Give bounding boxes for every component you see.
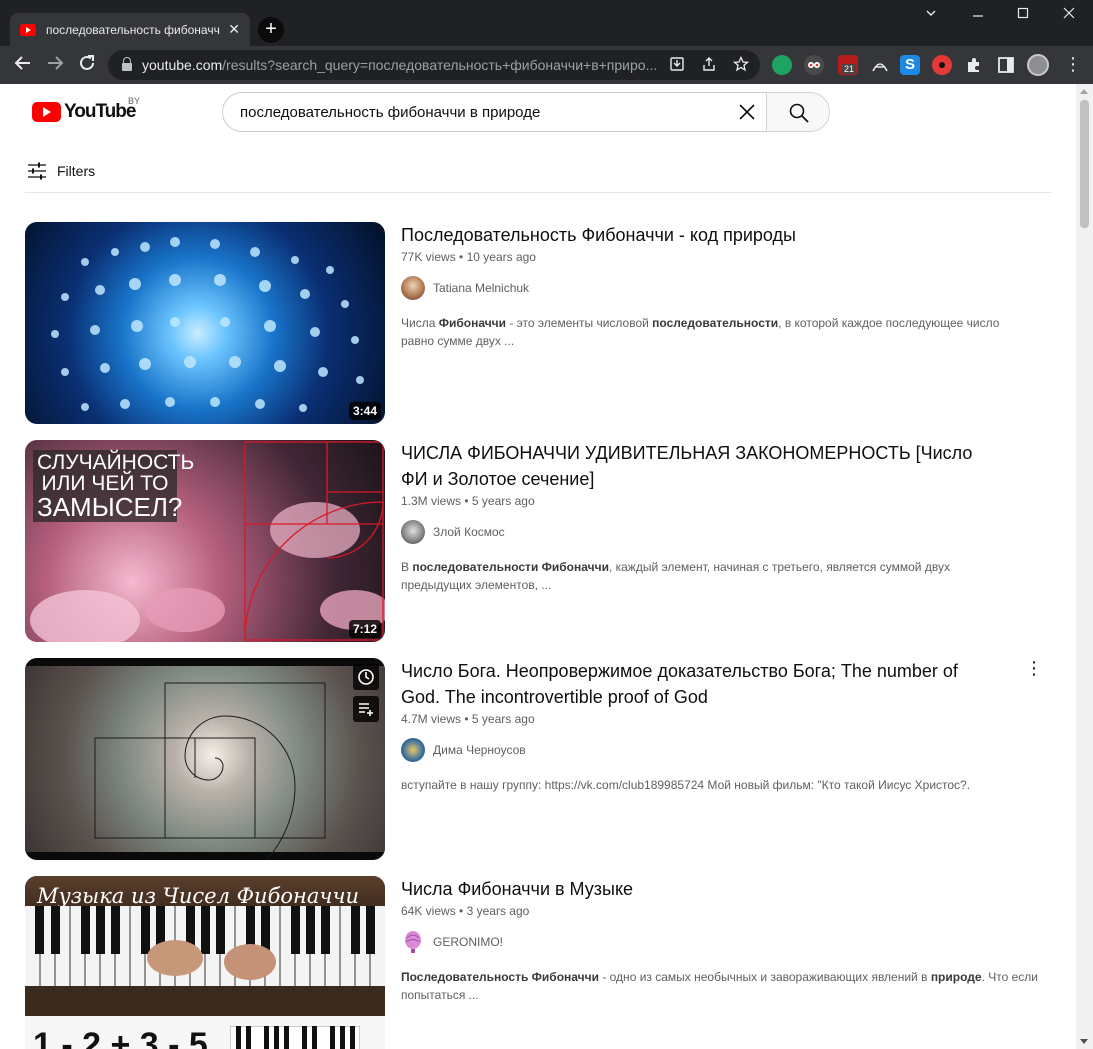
channel-link[interactable]: GERONIMO!	[401, 930, 1041, 954]
forward-icon[interactable]	[44, 54, 66, 76]
extensions-puzzle-icon[interactable]	[964, 55, 984, 75]
extension-ublock-icon[interactable]: 21	[838, 55, 858, 75]
maximize-icon[interactable]	[1017, 6, 1029, 22]
youtube-wordmark: YouTube	[64, 101, 136, 122]
video-info: Числа Фибоначчи в Музыке 64K views • 3 y…	[401, 876, 1041, 1004]
channel-avatar[interactable]	[401, 930, 425, 954]
filters-label: Filters	[57, 163, 96, 179]
url-text: youtube.com/results?search_query=последо…	[142, 57, 658, 73]
chrome-menu-icon[interactable]: ⋮	[1064, 54, 1082, 75]
tab-close-icon[interactable]: ✕	[228, 21, 240, 38]
scroll-down-arrow[interactable]	[1080, 1039, 1088, 1044]
video-thumbnail[interactable]: Музыка из Чисел Фибоначчи 1 - 2 + 3 - 5	[25, 876, 385, 1049]
profile-avatar[interactable]	[1027, 54, 1049, 76]
video-thumbnail[interactable]: 3:44	[25, 222, 385, 424]
browser-toolbar: youtube.com/results?search_query=последо…	[0, 46, 1093, 84]
channel-avatar[interactable]	[401, 738, 425, 762]
extension-s-icon[interactable]: S	[900, 55, 920, 75]
video-description: В последовательности Фибоначчи, каждый э…	[401, 560, 950, 592]
thumbnail-caption: Музыка из Чисел Фибоначчи	[37, 884, 360, 908]
video-thumbnail[interactable]: СЛУЧАЙНОСТЬ ИЛИ ЧЕЙ ТО ЗАМЫСЕЛ? 7:12	[25, 440, 385, 642]
tab-title: последовательность фибоначчи	[46, 22, 221, 37]
channel-avatar[interactable]	[401, 520, 425, 544]
video-result[interactable]: СЛУЧАЙНОСТЬ ИЛИ ЧЕЙ ТО ЗАМЫСЕЛ? 7:12 ЧИС…	[25, 440, 1051, 642]
video-meta: 4.7M views • 5 years ago	[401, 712, 535, 726]
watch-later-icon[interactable]	[353, 664, 379, 690]
thumbnail-mini-keyboard	[230, 1026, 360, 1049]
video-meta: 1.3M views • 5 years ago	[401, 494, 535, 508]
tab-search-icon[interactable]	[925, 6, 937, 22]
extension-record-icon[interactable]	[932, 55, 952, 75]
channel-name[interactable]: Tatiana Melnichuk	[433, 281, 529, 295]
extension-green-icon[interactable]	[772, 55, 792, 75]
video-info: Последовательность Фибоначчи - код приро…	[401, 222, 1021, 350]
youtube-play-icon	[32, 102, 61, 122]
channel-name[interactable]: Злой Космос	[433, 525, 505, 539]
youtube-logo[interactable]: YouTube	[32, 101, 136, 123]
install-app-icon[interactable]	[668, 56, 686, 74]
thumbnail-piano-keys	[25, 906, 385, 1016]
page-scrollbar[interactable]	[1076, 84, 1093, 1049]
search-icon	[789, 103, 809, 123]
minimize-icon[interactable]	[972, 6, 984, 22]
thumbnail-fibonacci-spiral	[94, 682, 326, 860]
video-duration: 7:12	[348, 620, 381, 638]
video-meta: 64K views • 3 years ago	[401, 904, 530, 918]
region-code: BY	[128, 96, 141, 106]
address-bar[interactable]: youtube.com/results?search_query=последо…	[108, 50, 760, 80]
video-info: ЧИСЛА ФИБОНАЧЧИ УДИВИТЕЛЬНАЯ ЗАКОНОМЕРНО…	[401, 440, 1001, 594]
browser-tab[interactable]: последовательность фибоначчи ✕	[10, 13, 250, 46]
close-window-icon[interactable]	[1063, 6, 1075, 22]
video-result[interactable]: Число Бога. Неопровержимое доказательств…	[25, 658, 1051, 860]
video-meta: 77K views • 10 years ago	[401, 250, 536, 264]
video-description: Последовательность Фибоначчи - одно из с…	[401, 970, 1038, 1002]
share-icon[interactable]	[700, 56, 718, 74]
filters-divider	[25, 192, 1051, 193]
channel-name[interactable]: GERONIMO!	[433, 935, 503, 949]
video-result[interactable]: Музыка из Чисел Фибоначчи 1 - 2 + 3 - 5	[25, 876, 1051, 1049]
channel-link[interactable]: Tatiana Melnichuk	[401, 276, 1021, 300]
scroll-thumb[interactable]	[1080, 100, 1089, 228]
search-query: последовательность фибоначчи в природе	[240, 103, 541, 121]
thumbnail-pattern	[51, 237, 364, 412]
more-actions-icon[interactable]: ⋮	[1025, 658, 1043, 679]
search-button[interactable]	[766, 92, 830, 132]
filters-icon	[28, 162, 46, 180]
video-title[interactable]: Число Бога. Неопровержимое доказательств…	[401, 658, 1001, 710]
video-title[interactable]: Числа Фибоначчи в Музыке	[401, 876, 1041, 902]
video-description: Числа Фибоначчи - это элементы числовой …	[401, 316, 1000, 348]
channel-link[interactable]: Злой Космос	[401, 520, 1001, 544]
video-title[interactable]: Последовательность Фибоначчи - код приро…	[401, 222, 1021, 248]
extension-acrobat-icon[interactable]	[870, 55, 890, 75]
youtube-favicon-icon	[20, 23, 36, 36]
channel-avatar[interactable]	[401, 276, 425, 300]
channel-name[interactable]: Дима Черноусов	[433, 743, 526, 757]
thumbnail-caption: СЛУЧАЙНОСТЬ ИЛИ ЧЕЙ ТО ЗАМЫСЕЛ?	[33, 450, 194, 522]
video-duration: 3:44	[348, 402, 381, 420]
new-tab-button[interactable]: +	[258, 17, 284, 43]
side-panel-icon[interactable]	[996, 55, 1016, 75]
clear-search-icon[interactable]	[736, 101, 758, 123]
video-title[interactable]: ЧИСЛА ФИБОНАЧЧИ УДИВИТЕЛЬНАЯ ЗАКОНОМЕРНО…	[401, 440, 1001, 492]
browser-tab-strip: последовательность фибоначчи ✕ +	[0, 0, 1093, 46]
channel-link[interactable]: Дима Черноусов	[401, 738, 1001, 762]
extension-eyes-icon[interactable]	[804, 55, 824, 75]
video-thumbnail[interactable]	[25, 658, 385, 860]
back-icon[interactable]	[12, 54, 34, 76]
scroll-up-arrow[interactable]	[1080, 89, 1088, 94]
thumbnail-formula: 1 - 2 + 3 - 5	[33, 1026, 208, 1049]
video-info: Число Бога. Неопровержимое доказательств…	[401, 658, 1001, 794]
video-result[interactable]: 3:44 Последовательность Фибоначчи - код …	[25, 222, 1051, 424]
add-to-queue-icon[interactable]	[353, 696, 379, 722]
reload-icon[interactable]	[76, 54, 98, 76]
youtube-page: YouTube BY последовательность фибоначчи …	[0, 84, 1076, 1049]
filters-button[interactable]: Filters	[27, 162, 95, 180]
search-input[interactable]: последовательность фибоначчи в природе	[222, 92, 767, 132]
bookmark-star-icon[interactable]	[732, 55, 750, 74]
video-description: вступайте в нашу группу: https://vk.com/…	[401, 778, 971, 792]
lock-icon	[122, 57, 132, 71]
